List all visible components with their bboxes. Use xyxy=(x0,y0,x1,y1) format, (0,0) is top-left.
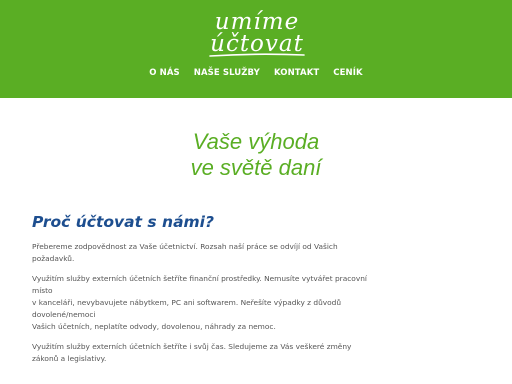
section-title: Proč účtovat s námi? xyxy=(32,213,214,231)
nav-item-cenik[interactable]: CENÍK xyxy=(333,67,362,79)
paragraph-line: Vašich účetních, neplatíte odvody, dovol… xyxy=(32,322,276,331)
nav-item-kontakt[interactable]: KONTAKT xyxy=(274,67,319,79)
paragraph-line: Využitím služby externích účetních šetří… xyxy=(32,342,352,351)
hero-tagline: Vaše výhoda ve světě daní xyxy=(0,129,512,181)
paragraph-line: Využitím služby externích účetních šetří… xyxy=(32,274,367,283)
paragraph-savings: Využitím služby externích účetních šetří… xyxy=(32,273,382,333)
paragraph-line: dovolené/nemoci xyxy=(32,310,96,319)
logo-underline-icon xyxy=(209,53,305,57)
paragraph-line: zákonů a legislativy. xyxy=(32,354,107,363)
paragraph-line: požadavků. xyxy=(32,254,75,263)
hero-line-1: Vaše výhoda xyxy=(192,129,320,154)
nav-item-o-nas[interactable]: O NÁS xyxy=(149,67,180,79)
why-us-section: Proč účtovat s námi? Přebereme zodpovědn… xyxy=(32,212,382,373)
main-nav: O NÁS NAŠE SLUŽBY KONTAKT CENÍK xyxy=(0,67,512,79)
paragraph-line: v kanceláři, nevybavujete nábytkem, PC a… xyxy=(32,298,342,307)
paragraph-time: Využitím služby externích účetních šetří… xyxy=(32,341,382,365)
site-logo[interactable]: umíme účtovat xyxy=(196,8,318,58)
nav-item-nase-sluzby[interactable]: NAŠE SLUŽBY xyxy=(194,67,260,79)
site-header: umíme účtovat O NÁS NAŠE SLUŽBY KONTAKT … xyxy=(0,0,512,98)
hero-line-2: ve světě daní xyxy=(190,155,322,180)
paragraph-responsibility: Přebereme zodpovědnost za Vaše účetnictv… xyxy=(32,241,382,265)
paragraph-line: Přebereme zodpovědnost za Vaše účetnictv… xyxy=(32,242,338,251)
paragraph-line: místo xyxy=(32,286,53,295)
